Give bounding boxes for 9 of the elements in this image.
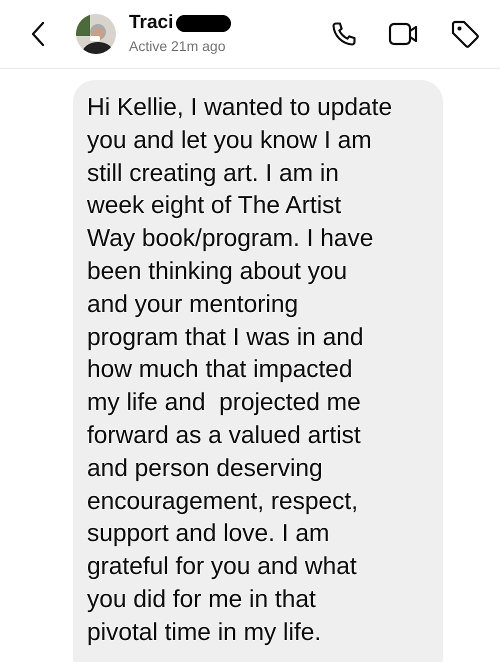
phone-icon[interactable] — [330, 20, 358, 48]
contact-name: Traci — [129, 12, 174, 34]
redaction-mark — [176, 14, 232, 32]
video-camera-icon[interactable] — [388, 21, 420, 47]
message-text: Hi Kellie, I wanted to update you and let you know I am still creating art. I am in week eight of The Artist Way book/program. I have been thinking about you and your mentoring program that I was in and how much that impacted my life and projected me forward as a valued artist and person deserving encouragement, respect, support and love. I am grateful for you and what you did for me in that pivotal time in my life. — [87, 93, 394, 648]
back-icon[interactable] — [30, 21, 46, 47]
avatar — [76, 14, 116, 54]
active-status: Active 21m ago — [129, 37, 226, 56]
tag-icon[interactable] — [450, 19, 480, 49]
